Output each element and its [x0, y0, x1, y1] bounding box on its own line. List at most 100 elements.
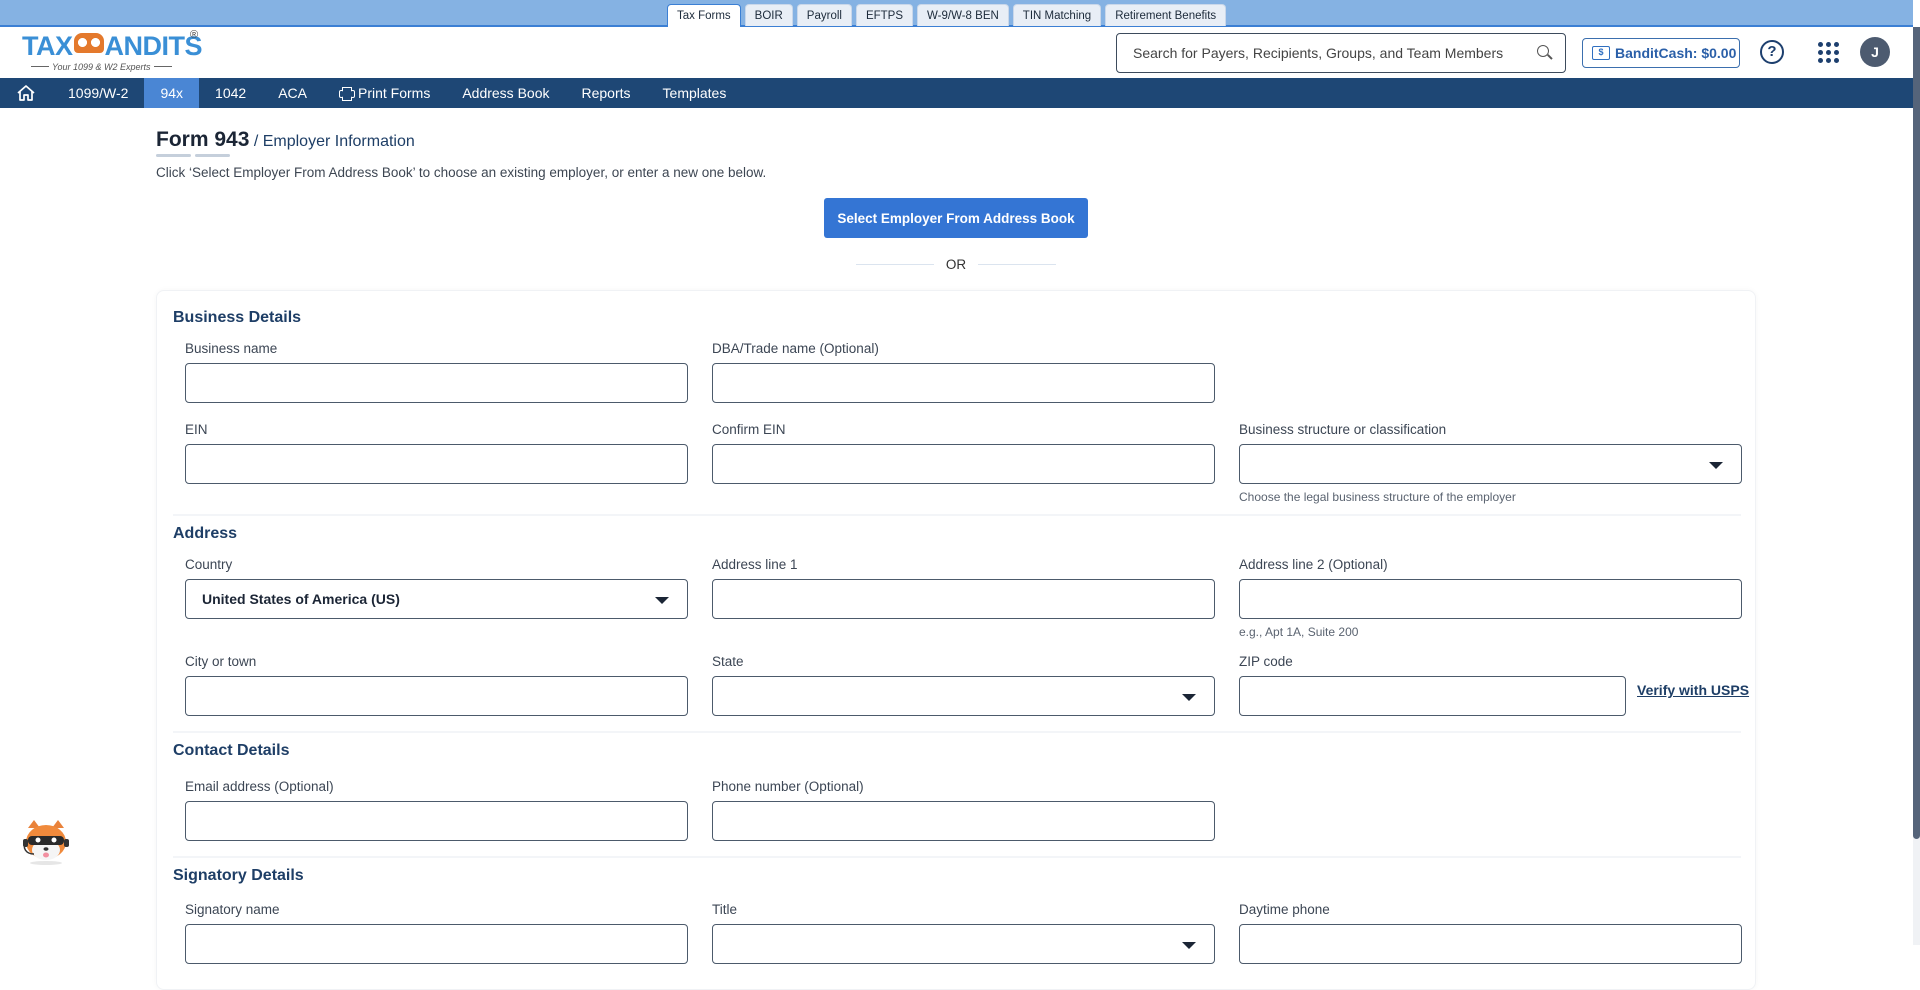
caret-down-icon — [655, 597, 669, 604]
home-button[interactable] — [0, 78, 52, 108]
business-name-input[interactable] — [186, 364, 687, 402]
product-tab-payroll[interactable]: Payroll — [796, 4, 852, 26]
address-line1-field: Address line 1 — [712, 557, 1215, 619]
signatory-title-select[interactable] — [712, 924, 1215, 964]
section-address: Address — [173, 525, 238, 542]
nav-item-print-forms[interactable]: Print Forms — [323, 78, 446, 108]
dba-name-input-box[interactable] — [712, 363, 1215, 403]
business-name-input-box[interactable] — [185, 363, 688, 403]
product-tabs: Tax Forms BOIR Payroll EFTPS W-9/W-8 BEN… — [667, 4, 1227, 28]
dba-name-input[interactable] — [713, 364, 1214, 402]
product-tab-eftps[interactable]: EFTPS — [855, 4, 914, 26]
zip-label: ZIP code — [1239, 654, 1293, 669]
help-circle-icon[interactable]: ? — [1760, 40, 1784, 64]
address-line1-input[interactable] — [713, 580, 1214, 618]
signatory-name-label: Signatory name — [185, 902, 280, 917]
phone-input[interactable] — [713, 802, 1214, 840]
address-line1-input-box[interactable] — [712, 579, 1215, 619]
business-name-label: Business name — [185, 341, 278, 356]
state-label: State — [712, 654, 744, 669]
caret-down-icon — [1182, 694, 1196, 701]
address-line2-input-box[interactable] — [1239, 579, 1742, 619]
ein-input-box[interactable] — [185, 444, 688, 484]
daytime-phone-field: Daytime phone — [1239, 902, 1742, 964]
nav-item-1042[interactable]: 1042 — [199, 78, 262, 108]
nav-item-reports[interactable]: Reports — [566, 78, 647, 108]
signatory-title-field: Title — [712, 902, 1215, 964]
daytime-phone-input-box[interactable] — [1239, 924, 1742, 964]
raccoon-mascot-icon — [23, 820, 69, 865]
city-input-box[interactable] — [185, 676, 688, 716]
nav-item-aca[interactable]: ACA — [262, 78, 323, 108]
dba-name-label: DBA/Trade name (Optional) — [712, 341, 879, 356]
page-heading: Form 943 / Employer Information — [156, 128, 415, 157]
scrollbar-thumb[interactable] — [1913, 27, 1920, 839]
confirm-ein-field: Confirm EIN — [712, 422, 1215, 484]
logo-wordmark: TAX ANDITS — [22, 31, 202, 61]
phone-input-box[interactable] — [712, 801, 1215, 841]
apps-grid-icon[interactable] — [1818, 42, 1839, 63]
product-tab-retirement-benefits[interactable]: Retirement Benefits — [1105, 4, 1227, 26]
country-select[interactable]: United States of America (US) — [185, 579, 688, 619]
business-structure-field: Business structure or classification Cho… — [1239, 422, 1742, 504]
select-employer-button[interactable]: Select Employer From Address Book — [824, 198, 1088, 238]
product-tab-boir[interactable]: BOIR — [744, 4, 793, 26]
zip-input[interactable] — [1240, 677, 1625, 715]
section-signatory-details: Signatory Details — [173, 867, 304, 884]
ein-input[interactable] — [186, 445, 687, 483]
support-mascot-button[interactable] — [20, 818, 72, 866]
daytime-phone-input[interactable] — [1240, 925, 1741, 963]
signatory-name-field: Signatory name — [185, 902, 688, 964]
product-tab-tax-forms[interactable]: Tax Forms — [667, 4, 741, 28]
separator-line — [856, 263, 934, 265]
confirm-ein-input[interactable] — [713, 445, 1214, 483]
nav-item-templates[interactable]: Templates — [647, 78, 743, 108]
bandit-cash-button[interactable]: $ BanditCash: $0.00 — [1582, 38, 1740, 68]
bandit-cash-label: BanditCash: $0.00 — [1615, 45, 1737, 61]
dba-name-field: DBA/Trade name (Optional) — [712, 341, 1215, 403]
confirm-ein-input-box[interactable] — [712, 444, 1215, 484]
signatory-name-input-box[interactable] — [185, 924, 688, 964]
section-divider — [173, 731, 1741, 733]
email-field: Email address (Optional) — [185, 779, 688, 841]
address-line2-input[interactable] — [1240, 580, 1741, 618]
section-divider — [173, 514, 1741, 516]
country-field: Country United States of America (US) — [185, 557, 688, 619]
section-business-details: Business Details — [173, 309, 302, 326]
or-label: OR — [945, 256, 967, 272]
page-subtitle: / Employer Information — [253, 133, 415, 150]
ein-label: EIN — [185, 422, 208, 437]
state-select[interactable] — [712, 676, 1215, 716]
separator-line — [978, 263, 1056, 265]
taxbandits-logo[interactable]: TAX ANDITS ® Your 1099 & W2 Experts — [22, 29, 212, 75]
nav-item-address-book[interactable]: Address Book — [446, 78, 565, 108]
signatory-name-input[interactable] — [186, 925, 687, 963]
search-icon[interactable] — [1537, 45, 1553, 61]
address-line2-label: Address line 2 (Optional) — [1239, 557, 1388, 572]
user-avatar[interactable]: J — [1860, 37, 1890, 67]
business-structure-label: Business structure or classification — [1239, 422, 1447, 437]
nav-item-94x[interactable]: 94x — [144, 78, 200, 108]
zip-input-box[interactable] — [1239, 676, 1626, 716]
product-tab-tin-matching[interactable]: TIN Matching — [1012, 4, 1102, 26]
page-instruction: Click ‘Select Employer From Address Book… — [156, 165, 767, 180]
employer-form-card: Business Details Business name DBA/Trade… — [156, 290, 1756, 990]
home-icon — [17, 85, 35, 101]
city-field: City or town — [185, 654, 688, 716]
business-name-field: Business name — [185, 341, 688, 403]
country-value: United States of America (US) — [202, 591, 400, 607]
global-search[interactable] — [1116, 33, 1566, 73]
email-input[interactable] — [186, 802, 687, 840]
city-input[interactable] — [186, 677, 687, 715]
verify-usps-link[interactable]: Verify with USPS — [1637, 682, 1749, 698]
business-structure-select[interactable] — [1239, 444, 1742, 484]
product-tab-strip: Tax Forms BOIR Payroll EFTPS W-9/W-8 BEN… — [0, 0, 1913, 28]
printer-icon — [338, 87, 355, 99]
state-field: State — [712, 654, 1215, 716]
email-input-box[interactable] — [185, 801, 688, 841]
search-input[interactable] — [1133, 45, 1537, 61]
nav-item-1099-w2[interactable]: 1099/W-2 — [52, 78, 144, 108]
product-tab-w9-w8ben[interactable]: W-9/W-8 BEN — [917, 4, 1009, 26]
page-title: Form 943 — [156, 128, 250, 151]
caret-down-icon — [1182, 942, 1196, 949]
